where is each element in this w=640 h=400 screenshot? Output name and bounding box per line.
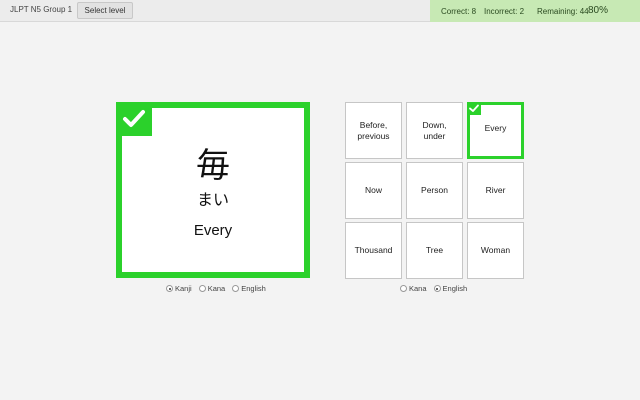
answer-tile-down-under[interactable]: Down, under	[406, 102, 463, 159]
radio-kana[interactable]	[400, 285, 407, 292]
score-percent: 80%	[588, 5, 609, 16]
check-icon	[116, 102, 152, 136]
answer-tile-tree[interactable]: Tree	[406, 222, 463, 279]
answer-tile-every[interactable]: Every	[467, 102, 524, 159]
answer-tile-before-previous[interactable]: Before, previous	[345, 102, 402, 159]
answer-option-kana[interactable]: Kana	[400, 284, 427, 293]
correct-count: Correct: 8	[441, 7, 477, 16]
answer-tile-person[interactable]: Person	[406, 162, 463, 219]
radio-english[interactable]	[232, 285, 240, 292]
radio-kana[interactable]	[198, 285, 206, 292]
remaining-count: Remaining: 44	[537, 7, 589, 16]
card-option-kanji[interactable]: Kanji	[166, 284, 192, 293]
flashcard: 毎 まい Every	[116, 102, 310, 278]
answer-option-english[interactable]: English	[433, 284, 467, 293]
check-icon	[467, 102, 481, 115]
answer-tile-thousand[interactable]: Thousand	[345, 222, 402, 279]
select-level-button[interactable]: Select level	[77, 2, 133, 19]
stats-panel: Correct: 8 Incorrect: 2 Remaining: 44 80…	[430, 0, 640, 22]
card-english: Every	[193, 222, 233, 239]
card-option-kana[interactable]: Kana	[198, 284, 225, 293]
card-kanji: 毎	[196, 146, 230, 186]
answer-tile-now[interactable]: Now	[345, 162, 402, 219]
radio-english[interactable]	[433, 285, 441, 292]
incorrect-count: Incorrect: 2	[484, 7, 525, 16]
card-kana: まい	[196, 190, 229, 209]
card-display-options: Kanji Kana English	[166, 284, 273, 293]
top-bar: JLPT N5 Group 1 Select level Correct: 8 …	[0, 0, 640, 22]
radio-kanji[interactable]	[166, 285, 173, 292]
card-option-english[interactable]: English	[232, 284, 266, 293]
answer-tile-woman[interactable]: Woman	[467, 222, 524, 279]
answer-display-options: Kana English	[400, 284, 474, 293]
answer-tile-river[interactable]: River	[467, 162, 524, 219]
deck-title: JLPT N5 Group 1	[10, 5, 73, 14]
